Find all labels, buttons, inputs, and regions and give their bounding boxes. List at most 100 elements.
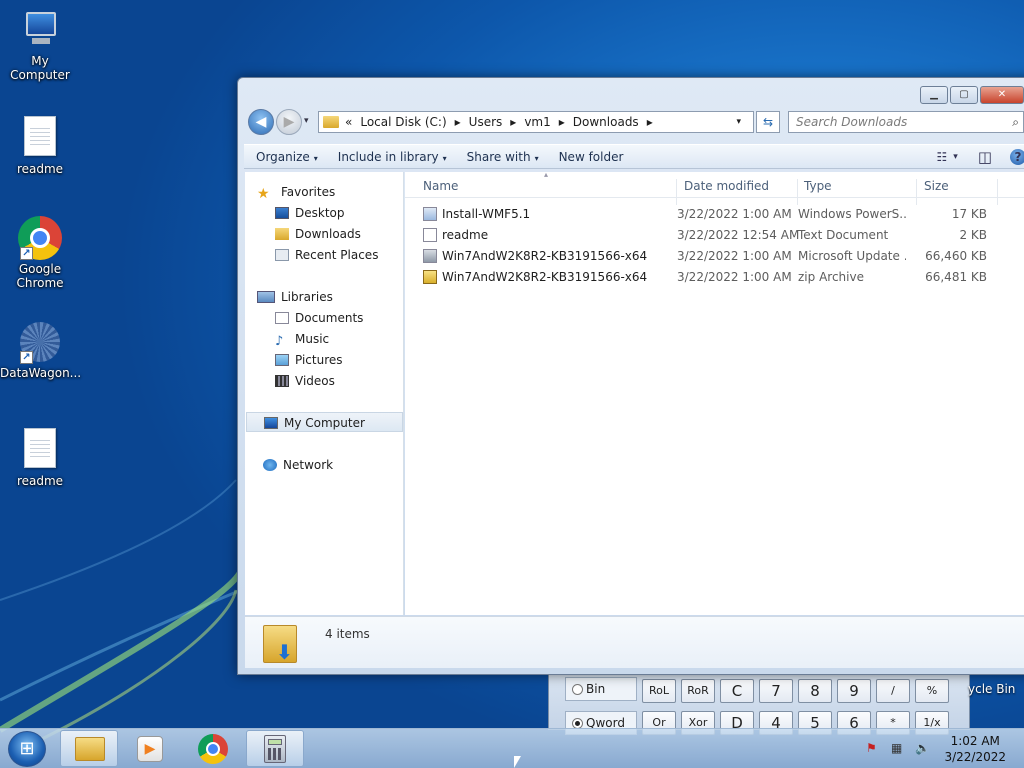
text-document-icon (423, 228, 437, 242)
column-size[interactable]: Size (924, 179, 949, 193)
chevron-down-icon: ▾ (534, 153, 539, 163)
chevron-down-icon: ▾ (313, 153, 318, 163)
computer-icon (18, 8, 62, 52)
address-history-dropdown[interactable]: ▾ (736, 117, 741, 127)
breadcrumb-sep[interactable]: ▸ (455, 115, 461, 129)
taskbar-calculator[interactable] (246, 730, 304, 767)
volume-icon[interactable]: 🔈 (915, 741, 930, 755)
text-document-icon (24, 428, 56, 468)
taskbar-chrome[interactable] (184, 730, 242, 767)
breadcrumb-users[interactable]: Users (469, 115, 503, 129)
star-icon: ★ (257, 186, 270, 202)
breadcrumb-sep[interactable]: ▸ (559, 115, 565, 129)
calc-key-rol[interactable]: RoL (642, 679, 676, 703)
caption-buttons: ▁ ▢ ✕ (918, 86, 1024, 104)
minimize-button[interactable]: ▁ (920, 86, 948, 104)
column-separator[interactable] (916, 179, 917, 205)
column-headers: Name ▴ Date modified Type Size (405, 170, 1024, 205)
calc-key-ror[interactable]: RoR (681, 679, 715, 703)
recycle-bin-label[interactable]: ycle Bin (968, 682, 1015, 696)
new-folder-button[interactable]: New folder (549, 150, 634, 164)
network-tray-icon[interactable]: ▦ (891, 741, 902, 755)
views-icon[interactable]: ☷ (937, 150, 948, 164)
media-player-icon: ▶ (137, 736, 163, 762)
breadcrumb-overflow[interactable]: « (345, 115, 352, 129)
view-controls: ☷ ▾ ◫ ? (923, 148, 1024, 166)
recent-pages-dropdown[interactable]: ▾ (304, 116, 309, 126)
chrome-icon: ↗ (18, 216, 62, 260)
calc-key-percent[interactable]: % (915, 679, 949, 703)
breadcrumb-sep[interactable]: ▸ (647, 115, 653, 129)
command-bar: Organize ▾ Include in library ▾ Share with… (244, 144, 1024, 169)
clock-time: 1:02 AM (950, 734, 1000, 748)
shortcut-arrow-icon: ↗ (20, 247, 33, 260)
nav-libraries[interactable]: Libraries (257, 287, 414, 307)
folder-icon (323, 116, 339, 128)
close-button[interactable]: ✕ (980, 86, 1024, 104)
clock[interactable]: 1:02 AM 3/22/2022 (944, 733, 1006, 765)
start-button[interactable]: ⊞ (8, 731, 46, 767)
calc-key-divide[interactable]: / (876, 679, 910, 703)
share-with-button[interactable]: Share with ▾ (457, 150, 549, 164)
column-name[interactable]: Name (423, 179, 458, 193)
music-icon: ♪ (275, 334, 284, 349)
computer-icon (264, 417, 278, 429)
action-center-icon[interactable]: ⚑ (866, 741, 877, 755)
maximize-button[interactable]: ▢ (950, 86, 978, 104)
back-button[interactable]: ◀ (248, 109, 274, 135)
desktop-icon-my-computer[interactable]: My Computer (0, 8, 80, 82)
zip-archive-icon (423, 270, 437, 284)
taskbar-explorer[interactable] (60, 730, 118, 767)
downloads-folder-icon (263, 625, 297, 664)
navigation-pane: ★ Favorites Desktop Downloads Recent Plac… (245, 172, 404, 615)
column-date-modified[interactable]: Date modified (684, 179, 769, 193)
calc-key-c[interactable]: C (720, 679, 754, 703)
calc-key-7[interactable]: 7 (759, 679, 793, 703)
recent-places-icon (275, 249, 289, 261)
chrome-icon (198, 734, 228, 764)
refresh-icon[interactable]: ⇆ (756, 111, 780, 133)
file-row[interactable]: Win7AndW2K8R2-KB3191566-x64 3/22/2022 1:… (415, 267, 1015, 288)
folder-icon (75, 737, 105, 761)
documents-icon (275, 312, 289, 324)
file-row[interactable]: Win7AndW2K8R2-KB3191566-x64 3/22/2022 1:… (415, 246, 1015, 267)
desktop-icon-label: Google Chrome (16, 262, 64, 290)
organize-button[interactable]: Organize ▾ (246, 150, 328, 164)
calc-key-8[interactable]: 8 (798, 679, 832, 703)
search-input[interactable]: Search Downloads ⌕ (788, 111, 1024, 133)
calculator-icon (264, 735, 286, 763)
column-separator[interactable] (797, 179, 798, 205)
desktop-icon-datawagon[interactable]: ↗ DataWagon... (0, 320, 81, 380)
nav-network[interactable]: Network (263, 455, 420, 475)
file-row[interactable]: readme 3/22/2022 12:54 AM Text Document … (415, 225, 1015, 246)
desktop-icon-readme[interactable]: readme (0, 114, 80, 176)
forward-button[interactable]: ▶ (276, 109, 302, 135)
desktop-icon-label: readme (16, 162, 64, 176)
nav-my-computer[interactable]: My Computer (246, 412, 403, 432)
desktop-icon-readme-2[interactable]: readme (0, 426, 80, 488)
desktop-icon-chrome[interactable]: ↗ Google Chrome (0, 216, 80, 290)
calculator-window[interactable]: Bin Qword RoL RoR C 7 8 9 / % Or Xor D 4… (548, 674, 970, 735)
preview-pane-icon[interactable]: ◫ (978, 148, 992, 166)
column-separator[interactable] (676, 179, 677, 205)
datawagon-icon: ↗ (18, 320, 62, 364)
breadcrumb-sep[interactable]: ▸ (510, 115, 516, 129)
file-list: Name ▴ Date modified Type Size Install-W… (405, 170, 1024, 615)
breadcrumb-vm1[interactable]: vm1 (524, 115, 550, 129)
address-bar[interactable]: « Local Disk (C:) ▸ Users ▸ vm1 ▸ Downlo… (318, 111, 754, 133)
views-dropdown[interactable]: ▾ (953, 152, 958, 162)
column-separator[interactable] (997, 179, 998, 205)
breadcrumb-downloads[interactable]: Downloads (573, 115, 639, 129)
desktop-icon-label: readme (16, 474, 64, 488)
taskbar-media-player[interactable]: ▶ (122, 730, 180, 767)
calc-key-9[interactable]: 9 (837, 679, 871, 703)
breadcrumb-local-disk[interactable]: Local Disk (C:) (360, 115, 446, 129)
file-row[interactable]: Install-WMF5.1 3/22/2022 1:00 AM Windows… (415, 204, 1015, 225)
chevron-down-icon: ▾ (442, 153, 447, 163)
nav-favorites[interactable]: ★ Favorites (257, 182, 414, 202)
update-package-icon (423, 249, 437, 263)
column-type[interactable]: Type (804, 179, 832, 193)
radio-bin[interactable]: Bin (565, 677, 637, 701)
help-icon[interactable]: ? (1010, 149, 1024, 165)
include-in-library-button[interactable]: Include in library ▾ (328, 150, 457, 164)
